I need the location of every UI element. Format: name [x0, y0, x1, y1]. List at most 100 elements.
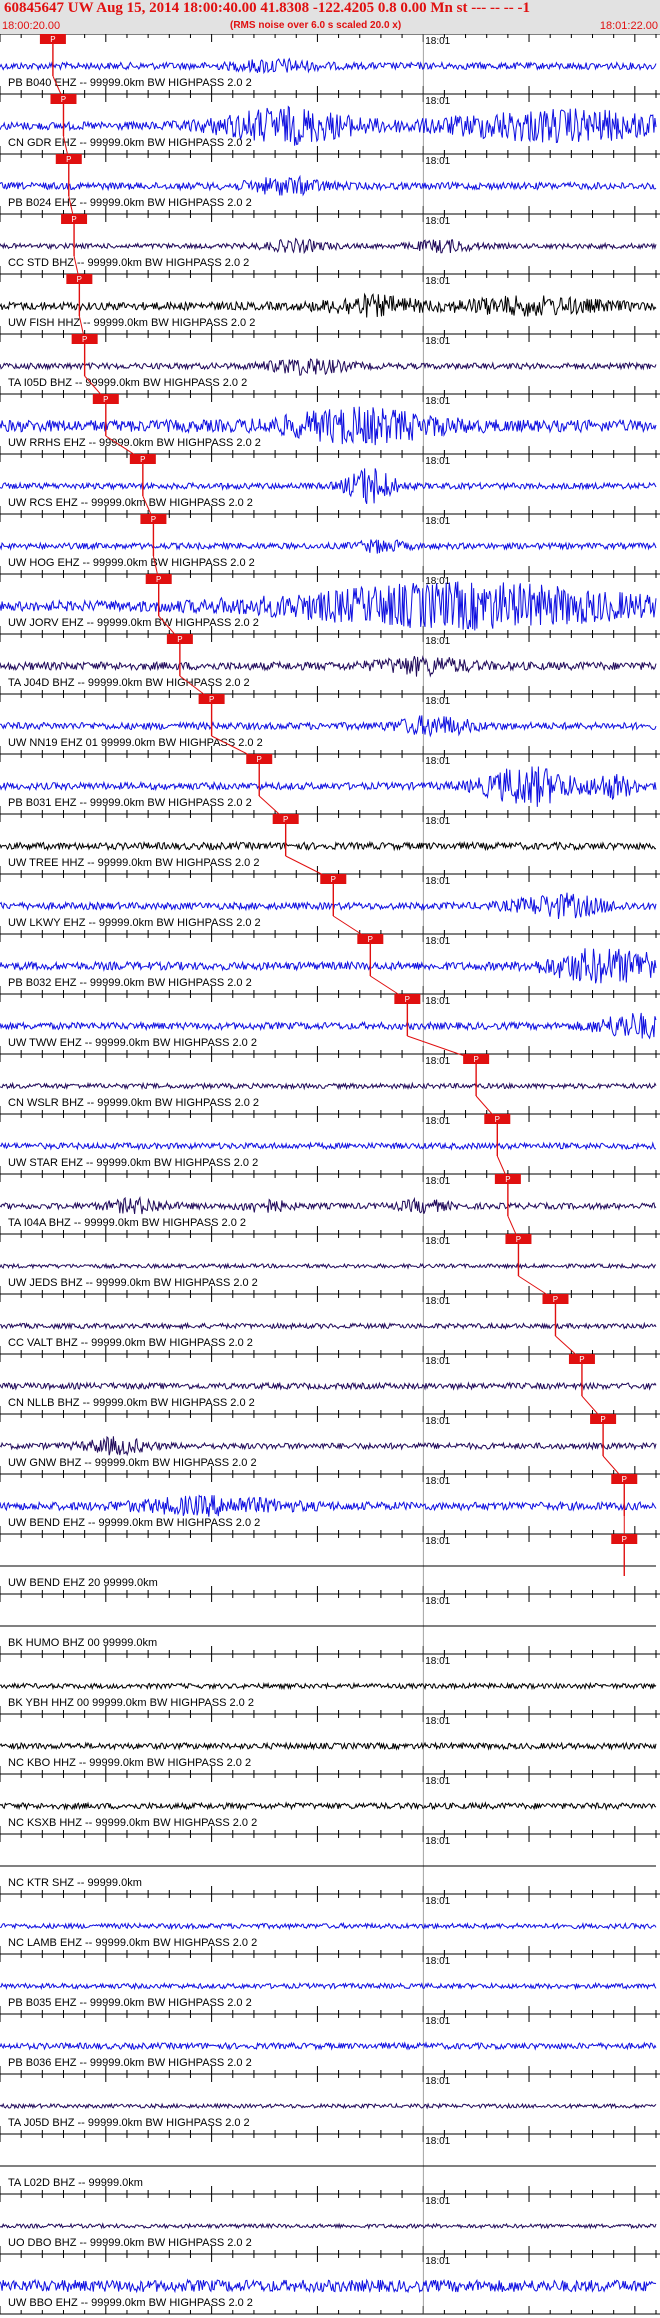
waveform [0, 1921, 657, 1931]
minute-marker-label: 18:01 [425, 2196, 450, 2207]
station-label: UW RCS EHZ -- 99999.0km BW HIGHPASS 2.0 … [8, 497, 253, 509]
waveform [0, 1381, 657, 1391]
pick-label: P [77, 275, 82, 284]
minute-marker-label: 18:01 [425, 156, 450, 167]
station-label: TA L02D BHZ -- 99999.0km [8, 2177, 143, 2189]
minute-marker-label: 18:01 [425, 216, 450, 227]
minute-marker-label: 18:01 [425, 2076, 450, 2087]
waveform [0, 1681, 657, 1691]
station-label: PB B024 EHZ -- 99999.0km BW HIGHPASS 2.0… [8, 197, 252, 209]
waveform [0, 174, 657, 197]
waveform [0, 57, 657, 75]
waveform [0, 292, 657, 318]
station-label: UW GNW BHZ -- 99999.0km BW HIGHPASS 2.0 … [8, 1457, 257, 1469]
pick-label: P [82, 335, 87, 344]
station-label: UW BEND EHZ 20 99999.0km [8, 1577, 158, 1589]
minute-marker-label: 18:01 [425, 576, 450, 587]
pick-label: P [516, 1235, 521, 1244]
pick-label: P [600, 1415, 605, 1424]
trace-row: 18:01 PB B040 EHZ -- 99999.0km BW HIGHPAS… [0, 34, 660, 95]
station-label: UW BEND EHZ -- 99999.0km BW HIGHPASS 2.0… [8, 1517, 260, 1529]
minute-marker-label: 18:01 [425, 36, 450, 47]
waveform [0, 237, 657, 255]
pick-label: P [331, 875, 336, 884]
trace-row: 18:01 PB B036 EHZ -- 99999.0km BW HIGHPAS… [0, 2013, 660, 2075]
station-label: TA J04D BHZ -- 99999.0km BW HIGHPASS 2.0… [8, 677, 250, 689]
station-label: PB B032 EHZ -- 99999.0km BW HIGHPASS 2.0… [8, 977, 252, 989]
event-title: 60845647 UW Aug 15, 2014 18:00:40.00 41.… [4, 0, 530, 16]
pick-label: P [140, 455, 145, 464]
waveform [0, 1801, 657, 1811]
waveform [0, 1081, 657, 1091]
station-label: TA J05D BHZ -- 99999.0km BW HIGHPASS 2.0… [8, 2117, 250, 2129]
minute-marker-label: 18:01 [425, 1716, 450, 1727]
minute-marker-label: 18:01 [425, 1656, 450, 1667]
pick-label: P [405, 995, 410, 1004]
minute-marker-label: 18:01 [425, 1056, 450, 1067]
minute-marker-label: 18:01 [425, 396, 450, 407]
pick-label: P [579, 1355, 584, 1364]
pick-label: P [156, 575, 161, 584]
minute-marker-label: 18:01 [425, 876, 450, 887]
minute-marker-label: 18:01 [425, 996, 450, 1007]
station-label: CC STD BHZ -- 99999.0km BW HIGHPASS 2.0 … [8, 257, 249, 269]
station-label: PB B035 EHZ -- 99999.0km BW HIGHPASS 2.0… [8, 1997, 252, 2009]
station-label: UW JEDS BHZ -- 99999.0km BW HIGHPASS 2.0… [8, 1277, 258, 1289]
minute-marker-label: 18:01 [425, 1596, 450, 1607]
minute-marker-label: 18:01 [425, 756, 450, 767]
minute-marker-label: 18:01 [425, 1836, 450, 1847]
pick-label: P [151, 515, 156, 524]
minute-marker-label: 18:01 [425, 1356, 450, 1367]
station-label: TA I05D BHZ -- 99999.0km BW HIGHPASS 2.0… [8, 377, 247, 389]
pick-label: P [553, 1295, 558, 1304]
minute-marker-label: 18:01 [425, 276, 450, 287]
pick-label: P [495, 1115, 500, 1124]
trace-row: 18:01 NC KBO HHZ -- 99999.0km BW HIGHPASS… [0, 1713, 660, 1775]
waveform [0, 2041, 657, 2051]
station-label: NC KTR SHZ -- 99999.0km [8, 1877, 142, 1889]
pick-label: P [61, 95, 66, 104]
minute-marker-label: 18:01 [425, 456, 450, 467]
station-label: UW TREE HHZ -- 99999.0km BW HIGHPASS 2.0… [8, 857, 259, 869]
minute-marker-label: 18:01 [425, 1296, 450, 1307]
station-label: UW BBO EHZ -- 99999.0km BW HIGHPASS 2.0 … [8, 2297, 253, 2309]
pick-label: P [66, 155, 71, 164]
waveform [0, 1435, 657, 1457]
station-label: UW HOG EHZ -- 99999.0km BW HIGHPASS 2.0 … [8, 557, 255, 569]
waveform [0, 358, 657, 376]
waveform [0, 1262, 657, 1270]
station-label: UW STAR EHZ -- 99999.0km BW HIGHPASS 2.0… [8, 1157, 258, 1169]
station-label: NC KBO HHZ -- 99999.0km BW HIGHPASS 2.0 … [8, 1757, 251, 1769]
station-label: CN WSLR BHZ -- 99999.0km BW HIGHPASS 2.0… [8, 1097, 259, 1109]
minute-marker-label: 18:01 [425, 1416, 450, 1427]
station-label: CN GDR EHZ -- 99999.0km BW HIGHPASS 2.0 … [8, 137, 252, 149]
waveform [0, 539, 657, 554]
minute-marker-label: 18:01 [425, 936, 450, 947]
minute-marker-label: 18:01 [425, 2016, 450, 2027]
trace-row: 18:01 BK HUMO BHZ 00 99999.0km [0, 1593, 660, 1655]
pick-label: P [622, 1535, 627, 1544]
waveform [0, 715, 657, 738]
minute-marker-label: 18:01 [425, 516, 450, 527]
waveform [0, 1012, 657, 1040]
station-label: PB B040 EHZ -- 99999.0km BW HIGHPASS 2.0… [8, 77, 252, 89]
trace-row: 18:01 BK YBH HHZ 00 99999.0km BW HIGHPASS… [0, 1653, 660, 1715]
minute-marker-label: 18:01 [425, 636, 450, 647]
station-label: PB B031 EHZ -- 99999.0km BW HIGHPASS 2.0… [8, 797, 252, 809]
waveform [0, 2222, 657, 2230]
minute-marker-label: 18:01 [425, 1776, 450, 1787]
pick-label: P [257, 755, 262, 764]
pick-label: P [622, 1475, 627, 1484]
minute-marker-label: 18:01 [425, 1956, 450, 1967]
trace-row: 18:01 NC KTR SHZ -- 99999.0km [0, 1833, 660, 1895]
seismogram-plot: 18:01 PB B040 EHZ -- 99999.0km BW HIGHPAS… [0, 34, 660, 2315]
waveform [0, 1494, 657, 1517]
waveform [0, 1141, 657, 1151]
record-header: 60845647 UW Aug 15, 2014 18:00:40.00 41.… [0, 0, 660, 34]
pick-label: P [50, 35, 55, 44]
pick-label: P [368, 935, 373, 944]
minute-marker-label: 18:01 [425, 1176, 450, 1187]
trace-row: 18:01 PB B035 EHZ -- 99999.0km BW HIGHPAS… [0, 1953, 660, 2015]
minute-marker-label: 18:01 [425, 696, 450, 707]
station-label: UW FISH HHZ -- 99999.0km BW HIGHPASS 2.0… [8, 317, 255, 329]
